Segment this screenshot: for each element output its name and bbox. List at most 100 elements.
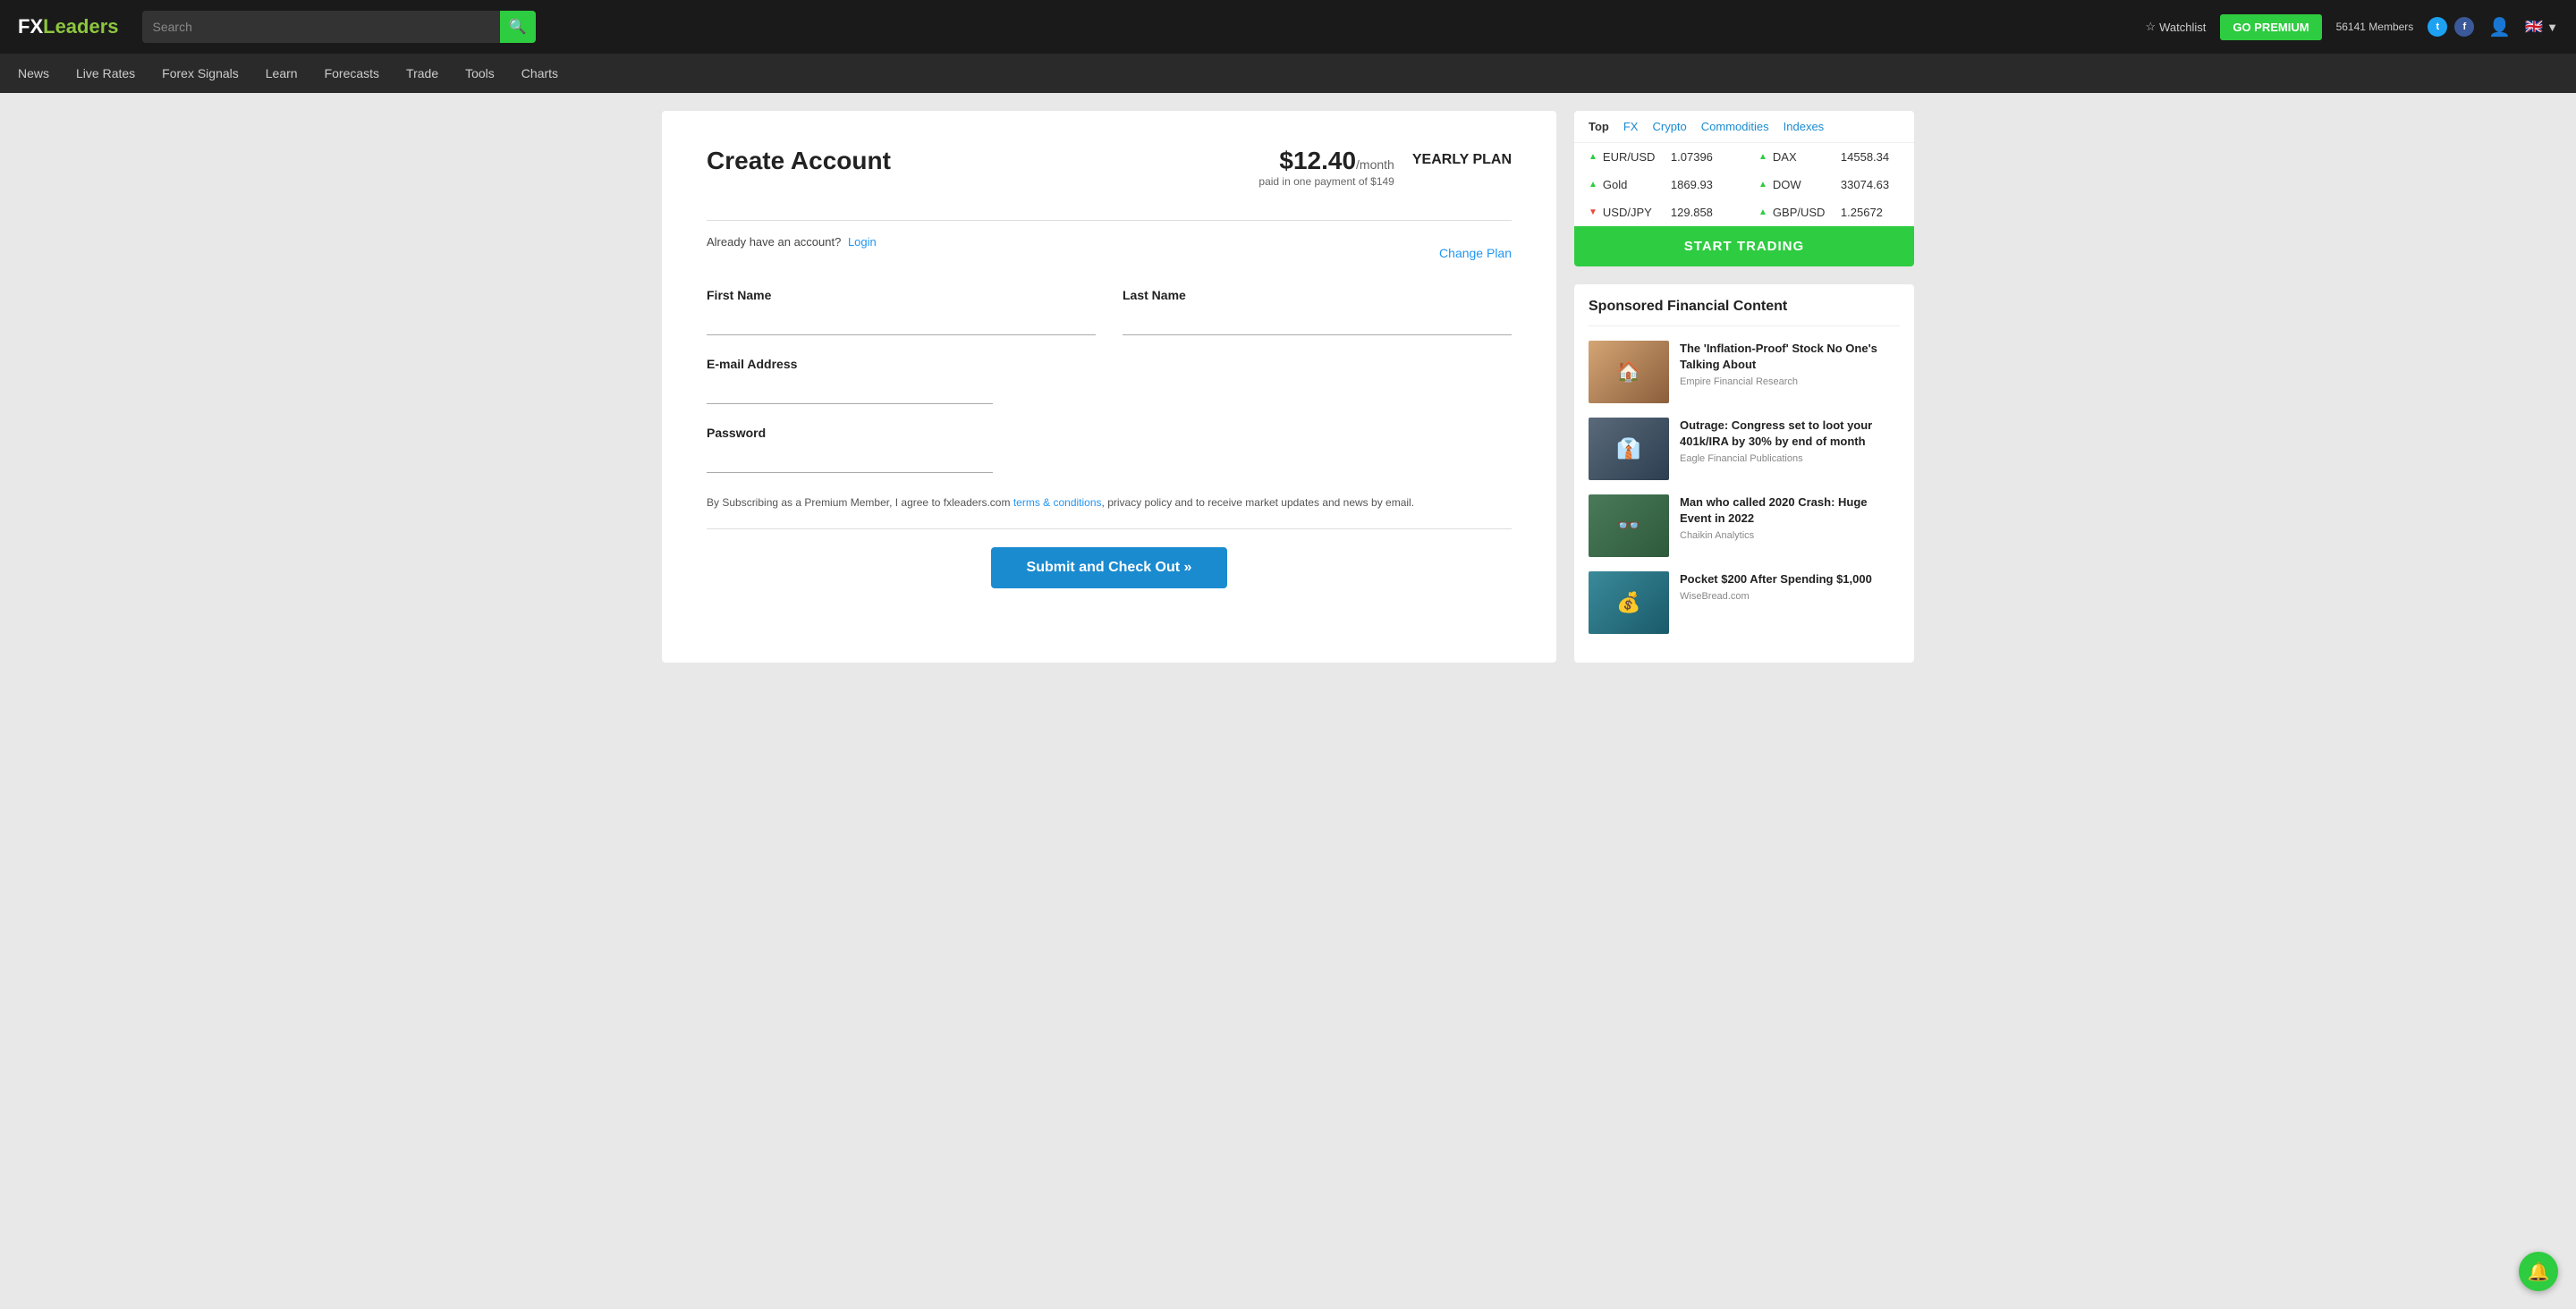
rate-name: DOW bbox=[1773, 178, 1835, 191]
rate-value: 33074.63 bbox=[1841, 178, 1889, 191]
email-row: E-mail Address bbox=[707, 357, 1512, 404]
nav-item-live-rates[interactable]: Live Rates bbox=[76, 54, 135, 93]
password-label: Password bbox=[707, 426, 1512, 440]
rate-value: 14558.34 bbox=[1841, 150, 1889, 164]
members-count: 56141 Members bbox=[2336, 21, 2414, 33]
sponsored-source-3: Chaikin Analytics bbox=[1680, 530, 1900, 541]
rates-tab-fx[interactable]: FX bbox=[1623, 120, 1639, 133]
rate-row-eurusd: ▲ EUR/USD 1.07396 bbox=[1574, 143, 1744, 171]
plan-label: YEARLY PLAN bbox=[1412, 147, 1512, 168]
sponsored-section: Sponsored Financial Content 🏠 The 'Infla… bbox=[1574, 284, 1914, 663]
rate-row-usdjpy: ▼ USD/JPY 129.858 bbox=[1574, 198, 1744, 226]
sponsored-item-2[interactable]: 👔 Outrage: Congress set to loot your 401… bbox=[1589, 418, 1900, 480]
rates-tab-commodities[interactable]: Commodities bbox=[1701, 120, 1769, 133]
nav-item-forex-signals[interactable]: Forex Signals bbox=[162, 54, 239, 93]
sponsored-thumb-3: 👓 bbox=[1589, 494, 1669, 557]
divider-1 bbox=[707, 220, 1512, 221]
sponsored-item-1[interactable]: 🏠 The 'Inflation-Proof' Stock No One's T… bbox=[1589, 341, 1900, 403]
plan-section: $12.40/month paid in one payment of $149… bbox=[1258, 147, 1512, 188]
rate-value: 129.858 bbox=[1671, 206, 1713, 219]
sponsored-source-2: Eagle Financial Publications bbox=[1680, 453, 1900, 464]
nav-item-forecasts[interactable]: Forecasts bbox=[325, 54, 379, 93]
sponsored-thumb-1: 🏠 bbox=[1589, 341, 1669, 403]
sponsored-text-4: Pocket $200 After Spending $1,000 WiseBr… bbox=[1680, 571, 1872, 634]
search-bar: 🔍 bbox=[142, 11, 536, 43]
rate-value: 1.07396 bbox=[1671, 150, 1713, 164]
sponsored-title: Sponsored Financial Content bbox=[1589, 299, 1900, 326]
watchlist-link[interactable]: ☆ Watchlist bbox=[2145, 20, 2206, 34]
rates-widget: Top FX Crypto Commodities Indexes ▲ EUR/… bbox=[1574, 111, 1914, 266]
arrow-up-icon: ▲ bbox=[1758, 180, 1767, 190]
rates-tab-crypto[interactable]: Crypto bbox=[1652, 120, 1686, 133]
logo-leaders: Leaders bbox=[43, 15, 118, 38]
terms-text: By Subscribing as a Premium Member, I ag… bbox=[707, 494, 1512, 511]
rate-name: Gold bbox=[1603, 178, 1665, 191]
rates-grid: ▲ EUR/USD 1.07396 ▲ DAX 14558.34 ▲ Gold … bbox=[1574, 143, 1914, 226]
sponsored-headline-4: Pocket $200 After Spending $1,000 bbox=[1680, 571, 1872, 587]
first-name-input[interactable] bbox=[707, 309, 1096, 335]
notification-bell[interactable]: 🔔 bbox=[2519, 1252, 2558, 1291]
go-premium-button[interactable]: GO PREMIUM bbox=[2220, 14, 2321, 40]
star-icon: ☆ bbox=[2145, 20, 2156, 34]
nav-item-charts[interactable]: Charts bbox=[521, 54, 558, 93]
nav-item-trade[interactable]: Trade bbox=[406, 54, 438, 93]
nav-item-news[interactable]: News bbox=[18, 54, 49, 93]
search-icon: 🔍 bbox=[509, 18, 527, 36]
twitter-icon[interactable]: t bbox=[2428, 17, 2447, 37]
arrow-up-icon: ▲ bbox=[1758, 152, 1767, 162]
start-trading-button[interactable]: START TRADING bbox=[1574, 226, 1914, 266]
first-name-label: First Name bbox=[707, 288, 1096, 302]
site-logo[interactable]: FXLeaders bbox=[18, 15, 119, 38]
header-actions: ☆ Watchlist GO PREMIUM 56141 Members t f… bbox=[2145, 14, 2558, 40]
sponsored-thumb-2: 👔 bbox=[1589, 418, 1669, 480]
price-per-month: /month bbox=[1356, 157, 1394, 172]
login-prompt: Already have an account? Login bbox=[707, 235, 877, 249]
divider-2 bbox=[707, 528, 1512, 529]
sponsored-item-3[interactable]: 👓 Man who called 2020 Crash: Huge Event … bbox=[1589, 494, 1900, 557]
rate-row-gold: ▲ Gold 1869.93 bbox=[1574, 171, 1744, 198]
last-name-input[interactable] bbox=[1123, 309, 1512, 335]
sponsored-image-3: 👓 bbox=[1589, 494, 1669, 557]
search-input[interactable] bbox=[142, 20, 500, 34]
language-selector[interactable]: 🇬🇧 ▼ bbox=[2525, 18, 2558, 36]
email-input[interactable] bbox=[707, 378, 993, 404]
rate-name: USD/JPY bbox=[1603, 206, 1665, 219]
sponsored-thumb-4: 💰 bbox=[1589, 571, 1669, 634]
rate-row-gbpusd: ▲ GBP/USD 1.25672 bbox=[1744, 198, 1914, 226]
sponsored-source-1: Empire Financial Research bbox=[1680, 376, 1900, 387]
nav-item-learn[interactable]: Learn bbox=[266, 54, 298, 93]
page-title: Create Account bbox=[707, 147, 891, 175]
login-link[interactable]: Login bbox=[848, 235, 877, 249]
rate-value: 1.25672 bbox=[1841, 206, 1883, 219]
rate-value: 1869.93 bbox=[1671, 178, 1713, 191]
sponsored-headline-2: Outrage: Congress set to loot your 401k/… bbox=[1680, 418, 1900, 450]
change-plan-link[interactable]: Change Plan bbox=[1439, 246, 1512, 260]
watchlist-label: Watchlist bbox=[2159, 21, 2206, 34]
social-icons: t f bbox=[2428, 17, 2474, 37]
first-name-group: First Name bbox=[707, 288, 1096, 335]
site-header: FXLeaders 🔍 ☆ Watchlist GO PREMIUM 56141… bbox=[0, 0, 2576, 54]
sponsored-item-4[interactable]: 💰 Pocket $200 After Spending $1,000 Wise… bbox=[1589, 571, 1900, 634]
facebook-icon[interactable]: f bbox=[2454, 17, 2474, 37]
arrow-up-icon: ▲ bbox=[1589, 180, 1597, 190]
submit-button[interactable]: Submit and Check Out » bbox=[991, 547, 1228, 588]
last-name-group: Last Name bbox=[1123, 288, 1512, 335]
sponsored-image-4: 💰 bbox=[1589, 571, 1669, 634]
search-button[interactable]: 🔍 bbox=[500, 11, 536, 43]
rates-tab-top[interactable]: Top bbox=[1589, 120, 1609, 133]
sponsored-headline-3: Man who called 2020 Crash: Huge Event in… bbox=[1680, 494, 1900, 527]
price-note: paid in one payment of $149 bbox=[1258, 175, 1394, 188]
sponsored-text-1: The 'Inflation-Proof' Stock No One's Tal… bbox=[1680, 341, 1900, 403]
price-amount: $12.40 bbox=[1279, 147, 1356, 174]
sponsored-headline-1: The 'Inflation-Proof' Stock No One's Tal… bbox=[1680, 341, 1900, 373]
password-input[interactable] bbox=[707, 447, 993, 473]
password-row: Password bbox=[707, 426, 1512, 473]
sponsored-image-2: 👔 bbox=[1589, 418, 1669, 480]
rates-tab-indexes[interactable]: Indexes bbox=[1784, 120, 1825, 133]
user-icon[interactable]: 👤 bbox=[2488, 16, 2511, 38]
rate-name: EUR/USD bbox=[1603, 150, 1665, 164]
flag-icon: 🇬🇧 bbox=[2525, 18, 2543, 36]
nav-item-tools[interactable]: Tools bbox=[465, 54, 495, 93]
terms-link[interactable]: terms & conditions bbox=[1013, 496, 1102, 509]
rate-row-dow: ▲ DOW 33074.63 bbox=[1744, 171, 1914, 198]
